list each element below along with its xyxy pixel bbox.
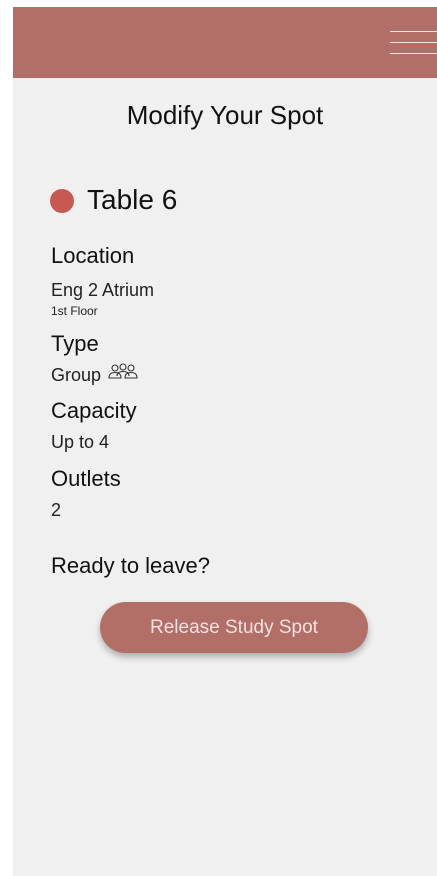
menu-line (390, 42, 437, 43)
location-floor: 1st Floor (51, 304, 98, 318)
hamburger-menu-button[interactable] (377, 27, 437, 59)
capacity-value: Up to 4 (51, 432, 110, 452)
app-screen: Modify Your Spot Table 6 Location Eng 2 … (13, 7, 437, 876)
menu-line (390, 53, 437, 54)
release-study-spot-button[interactable]: Release Study Spot (100, 602, 368, 653)
capacity-heading: Capacity (51, 398, 137, 423)
page-title: Modify Your Spot (126, 100, 324, 130)
leave-prompt: Ready to leave? (51, 553, 210, 578)
group-people-icon (107, 363, 139, 386)
type-heading: Type (51, 331, 99, 356)
status-dot-icon (50, 189, 74, 213)
menu-line (390, 31, 437, 32)
type-row: Group (51, 363, 139, 386)
location-heading: Location (51, 243, 135, 268)
location-value: Eng 2 Atrium (51, 280, 155, 300)
header-bar (13, 7, 437, 78)
outlets-value: 2 (51, 500, 62, 520)
type-value: Group (51, 365, 102, 385)
spot-name: Table 6 (87, 184, 178, 215)
outlets-heading: Outlets (51, 466, 121, 491)
